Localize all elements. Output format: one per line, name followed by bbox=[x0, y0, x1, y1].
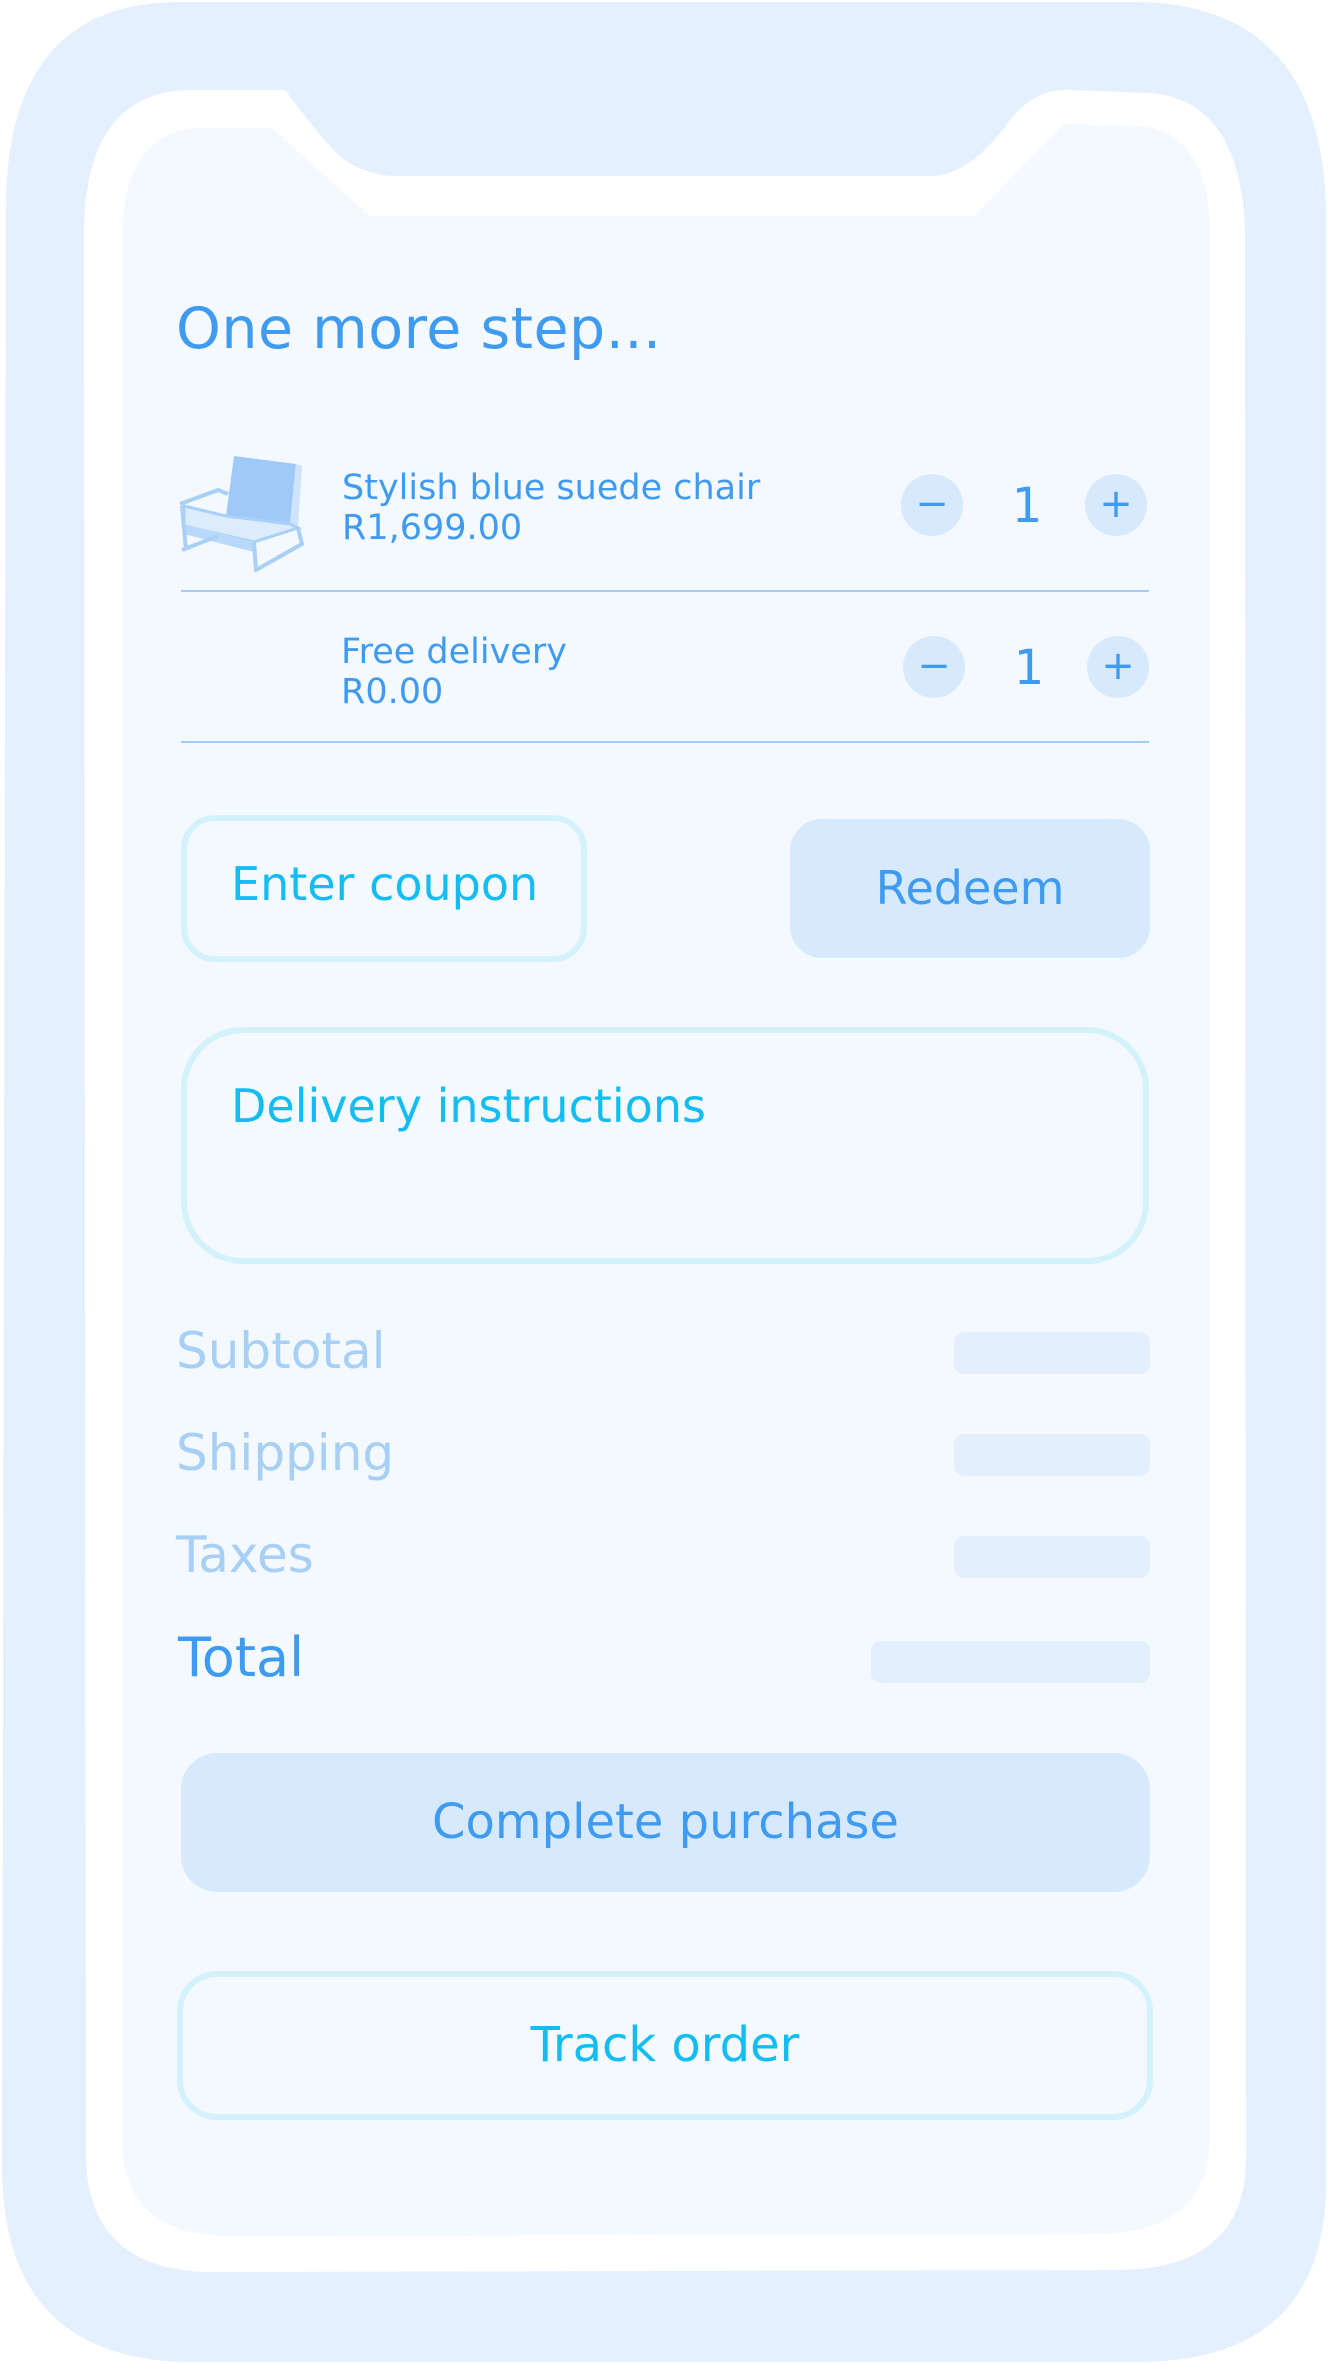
shipping-value-placeholder bbox=[954, 1434, 1150, 1476]
item-divider bbox=[181, 741, 1149, 743]
quantity-value: 1 bbox=[1013, 640, 1045, 696]
redeem-button[interactable]: Redeem bbox=[790, 819, 1150, 958]
subtotal-value-placeholder bbox=[954, 1332, 1150, 1374]
coupon-placeholder: Enter coupon bbox=[231, 857, 539, 911]
delivery-instructions-placeholder: Delivery instructions bbox=[231, 1079, 706, 1133]
total-label: Total bbox=[178, 1626, 305, 1689]
coupon-input[interactable]: Enter coupon bbox=[181, 815, 587, 962]
item-price: R0.00 bbox=[341, 672, 444, 712]
item-name: Stylish blue suede chair bbox=[342, 468, 761, 508]
item-price: R1,699.00 bbox=[342, 508, 523, 548]
chair-icon bbox=[179, 456, 305, 572]
increase-quantity-button[interactable]: + bbox=[1087, 636, 1149, 698]
track-order-label: Track order bbox=[530, 2017, 800, 2073]
decrease-quantity-button[interactable]: − bbox=[903, 636, 965, 698]
page-title: One more step... bbox=[176, 296, 662, 362]
subtotal-label: Subtotal bbox=[176, 1322, 386, 1380]
decrease-quantity-button[interactable]: − bbox=[901, 474, 963, 536]
shipping-label: Shipping bbox=[176, 1424, 395, 1482]
increase-quantity-button[interactable]: + bbox=[1085, 474, 1147, 536]
quantity-value: 1 bbox=[1011, 478, 1043, 534]
taxes-label: Taxes bbox=[176, 1526, 314, 1584]
taxes-value-placeholder bbox=[954, 1536, 1150, 1578]
item-name: Free delivery bbox=[341, 632, 567, 672]
complete-purchase-button[interactable]: Complete purchase bbox=[181, 1753, 1150, 1892]
item-divider bbox=[181, 590, 1149, 592]
total-value-placeholder bbox=[871, 1641, 1150, 1683]
track-order-button[interactable]: Track order bbox=[177, 1971, 1153, 2120]
delivery-instructions-field[interactable]: Delivery instructions bbox=[181, 1027, 1149, 1264]
